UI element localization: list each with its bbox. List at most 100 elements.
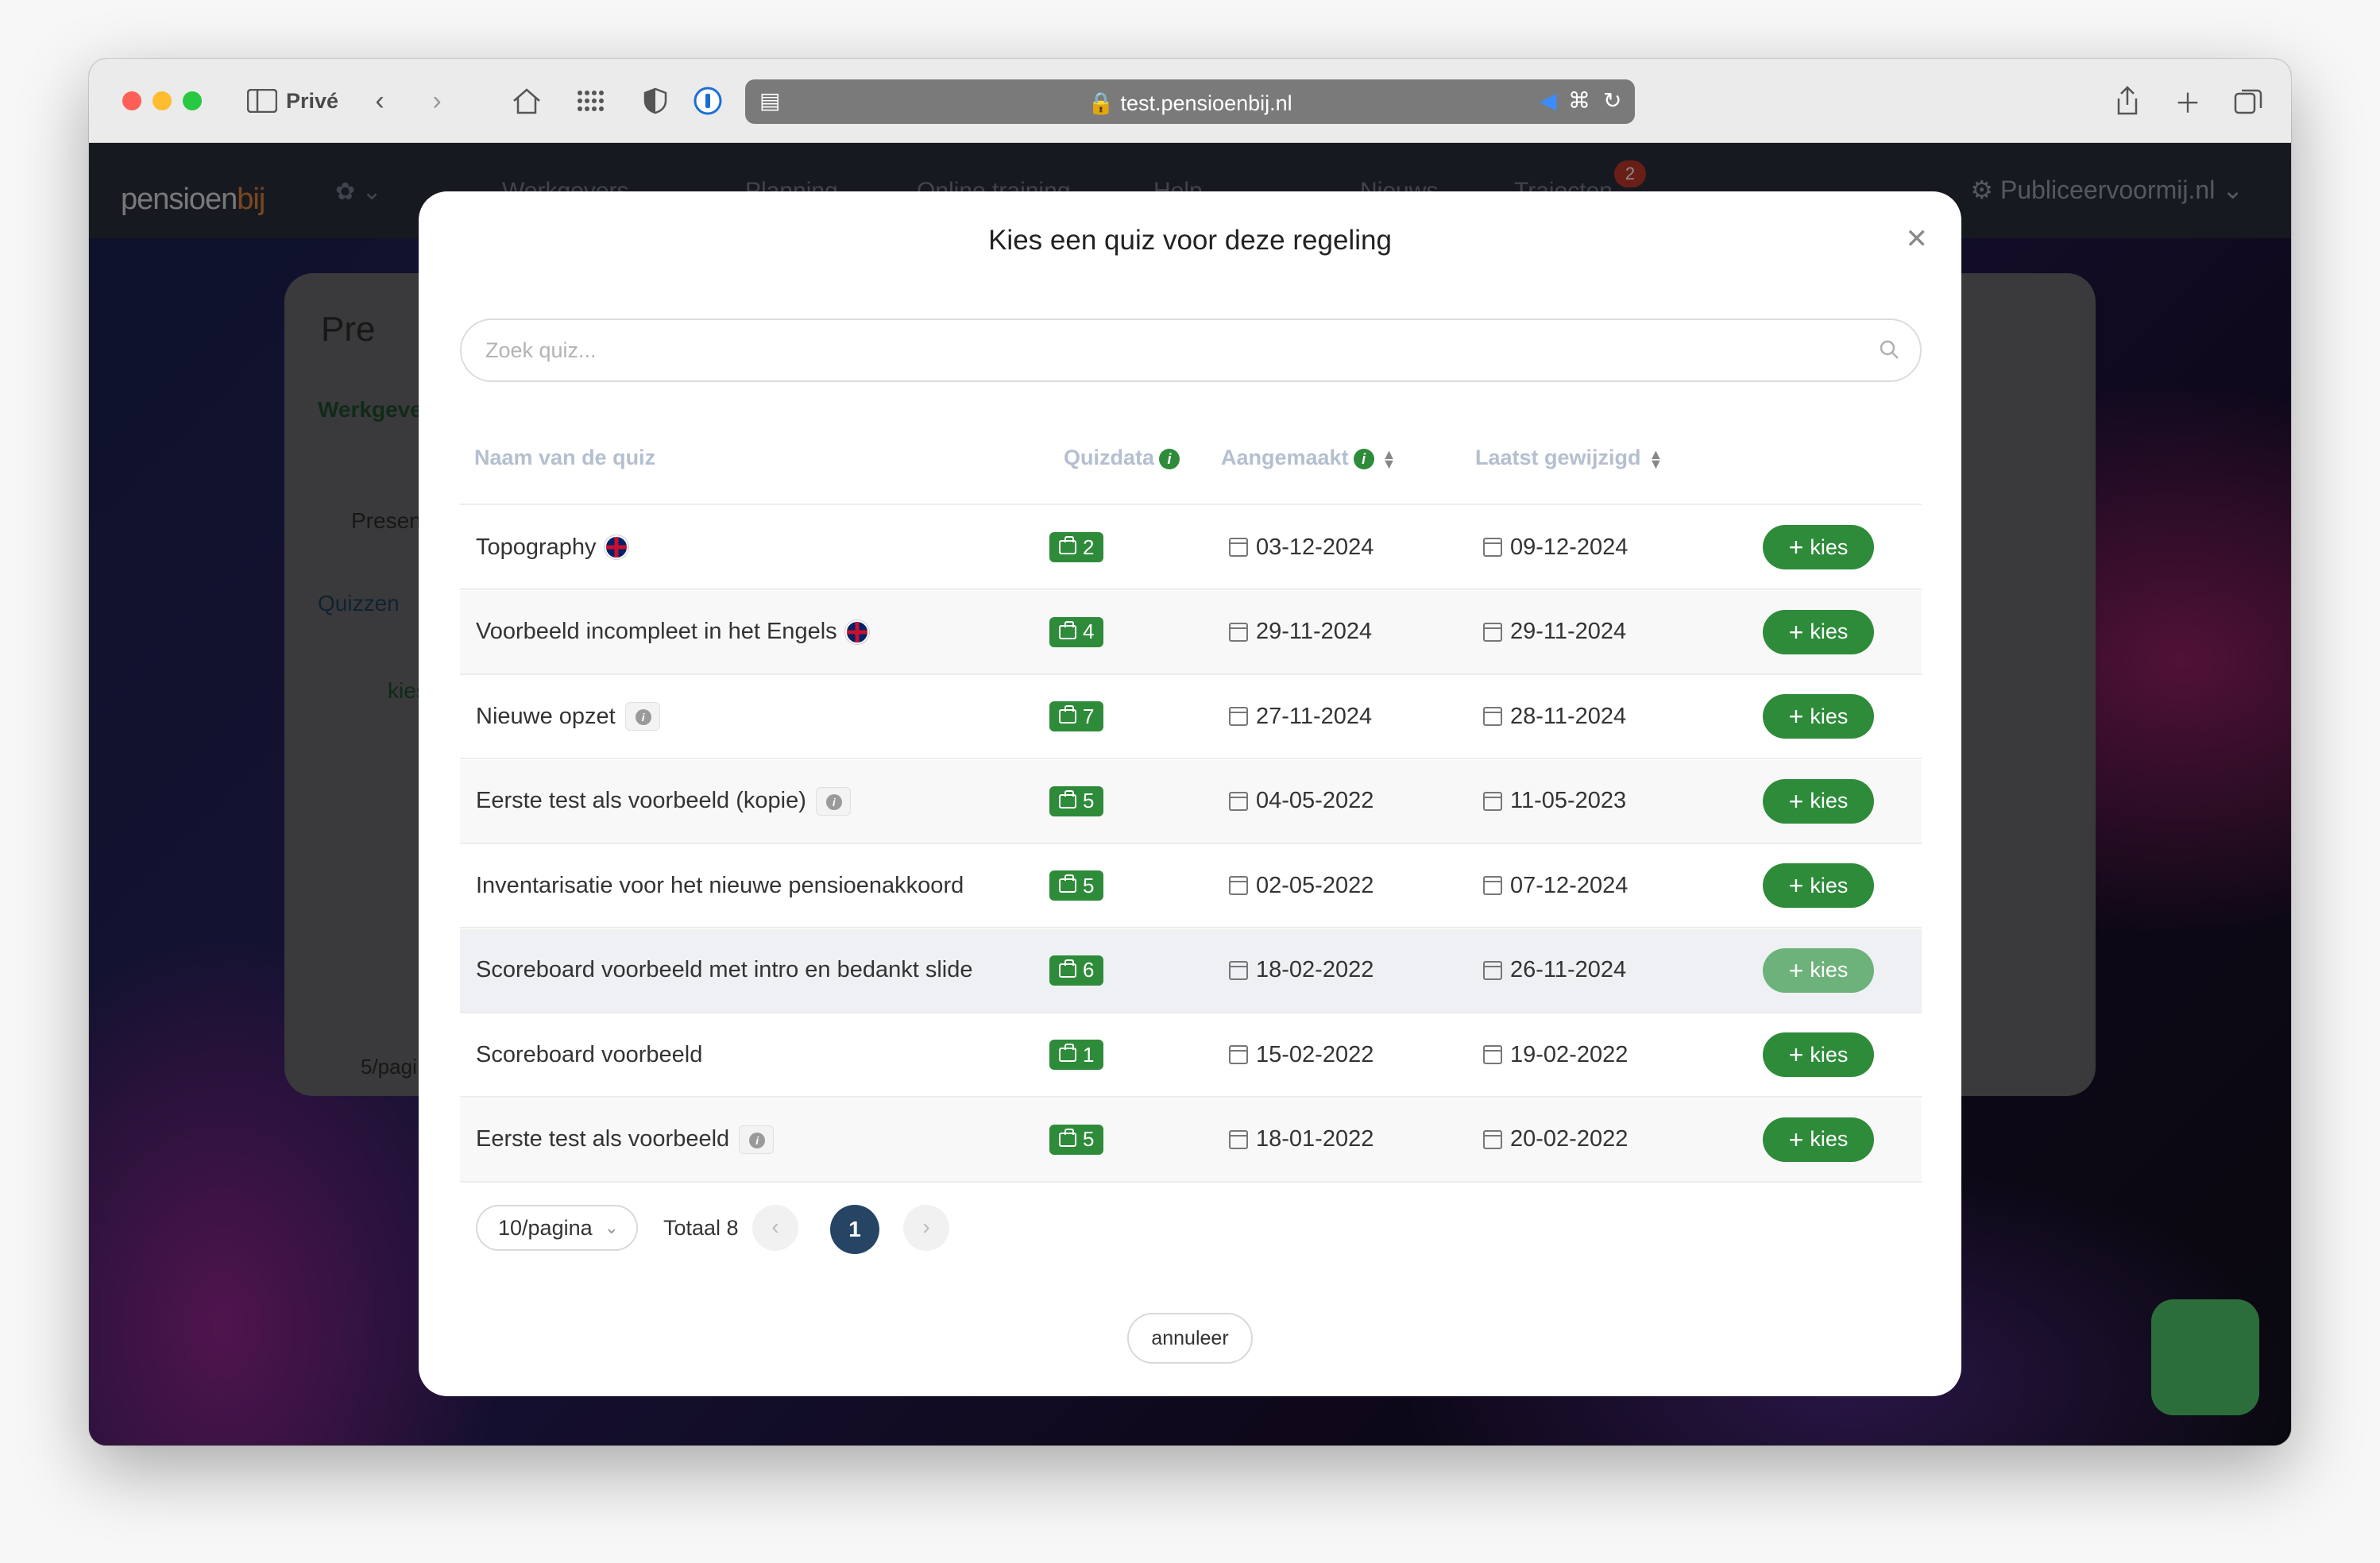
action-cell: + kies bbox=[1763, 929, 1874, 1012]
quizdata-badge: 5 bbox=[1049, 1124, 1104, 1155]
briefcase-icon bbox=[1059, 1044, 1076, 1062]
url-text: test.pensioenbij.nl bbox=[1120, 91, 1292, 115]
calendar-icon bbox=[1483, 622, 1502, 642]
column-header-aangemaakt[interactable]: Aangemaakt i ▲ ▼ bbox=[1221, 446, 1397, 471]
calendar-icon bbox=[1229, 1045, 1248, 1064]
info-icon[interactable]: i bbox=[739, 1125, 775, 1154]
tabs-overview-icon[interactable] bbox=[2231, 83, 2266, 119]
action-cell: + kies bbox=[1763, 591, 1874, 673]
action-cell: + kies bbox=[1763, 1013, 1874, 1096]
calendar-icon bbox=[1229, 707, 1248, 726]
created-date: 15-02-2022 bbox=[1256, 1041, 1374, 1067]
kies-button[interactable]: + kies bbox=[1763, 863, 1874, 908]
column-header-laatst-gewijzigd[interactable]: Laatst gewijzigd ▲ ▼ bbox=[1475, 446, 1663, 471]
forward-icon[interactable]: › bbox=[421, 83, 453, 119]
created-date: 27-11-2024 bbox=[1256, 703, 1373, 729]
column-header-quizdata: Quizdata i bbox=[1064, 446, 1180, 470]
modified-cell: 11-05-2023 bbox=[1483, 760, 1626, 843]
kies-button[interactable]: + kies bbox=[1763, 947, 1874, 993]
kies-button[interactable]: + kies bbox=[1763, 525, 1874, 569]
table-row: Voorbeeld incompleet in het Engels 4 29-11… bbox=[460, 590, 1922, 675]
password-manager-icon[interactable] bbox=[690, 83, 726, 119]
calendar-icon bbox=[1229, 960, 1248, 980]
maximize-window-button[interactable] bbox=[183, 91, 202, 110]
created-date: 18-01-2022 bbox=[1256, 1126, 1374, 1152]
kies-button[interactable]: + kies bbox=[1763, 1032, 1874, 1077]
search-icon[interactable] bbox=[1879, 339, 1899, 365]
reload-icon[interactable]: ↻ bbox=[1603, 87, 1621, 114]
action-cell: + kies bbox=[1763, 1098, 1874, 1181]
created-date: 04-05-2022 bbox=[1256, 788, 1374, 813]
cancel-button[interactable]: annuleer bbox=[1127, 1313, 1253, 1364]
search-input[interactable] bbox=[460, 318, 1922, 382]
briefcase-icon bbox=[1059, 959, 1076, 978]
header-divider bbox=[460, 504, 1922, 505]
apps-grid-icon[interactable] bbox=[570, 83, 610, 119]
quiz-name: Topography bbox=[476, 534, 597, 560]
info-icon[interactable]: i bbox=[815, 786, 851, 816]
modal-title: Kies een quiz voor deze regeling bbox=[988, 225, 1392, 256]
kies-button[interactable]: + kies bbox=[1763, 1117, 1874, 1162]
quizdata-cell: 5 bbox=[1049, 844, 1104, 927]
table-row: Eerste test als voorbeeld i 5 18-01-2022 20-… bbox=[460, 1098, 1922, 1183]
address-bar[interactable]: ▤ 🔒 test.pensioenbij.nl ◀ ⌘ ↻ bbox=[745, 79, 1635, 124]
page-1-button[interactable]: 1 bbox=[830, 1205, 879, 1254]
close-icon[interactable]: ✕ bbox=[1906, 223, 1929, 255]
quizdata-cell: 5 bbox=[1049, 1098, 1104, 1181]
info-icon[interactable]: i bbox=[1159, 448, 1180, 469]
created-cell: 29-11-2024 bbox=[1229, 591, 1372, 673]
prev-page-button[interactable]: ‹ bbox=[752, 1205, 798, 1251]
modified-date: 28-11-2024 bbox=[1510, 703, 1627, 729]
sidebar-icon[interactable] bbox=[245, 83, 280, 119]
lock-icon: 🔒 bbox=[1088, 91, 1115, 115]
calendar-icon bbox=[1483, 1045, 1502, 1064]
modified-cell: 29-11-2024 bbox=[1483, 591, 1626, 673]
calendar-icon bbox=[1229, 538, 1248, 557]
home-icon[interactable] bbox=[507, 83, 547, 119]
minimize-window-button[interactable] bbox=[153, 91, 172, 110]
kies-button[interactable]: + kies bbox=[1763, 778, 1874, 824]
action-cell: + kies bbox=[1763, 760, 1874, 843]
kies-button[interactable]: + kies bbox=[1763, 694, 1874, 739]
private-profile-label[interactable]: Privé bbox=[286, 89, 338, 114]
audio-icon[interactable]: ◀ bbox=[1540, 87, 1557, 114]
quiz-name: Scoreboard voorbeeld bbox=[476, 1041, 703, 1067]
briefcase-icon bbox=[1059, 874, 1076, 893]
new-tab-icon[interactable]: ＋ bbox=[2172, 83, 2204, 119]
floating-help-button[interactable] bbox=[2151, 1299, 2259, 1415]
translate-icon[interactable]: ⌘ bbox=[1568, 87, 1590, 114]
created-date: 18-02-2022 bbox=[1256, 957, 1374, 982]
info-icon[interactable]: i bbox=[1353, 448, 1374, 469]
briefcase-icon bbox=[1059, 789, 1076, 809]
quiz-name-cell: Scoreboard voorbeeld met intro en bedank… bbox=[476, 929, 973, 1012]
per-page-select[interactable]: 10/pagina ⌄ bbox=[476, 1205, 638, 1251]
sort-icon[interactable]: ▲ ▼ bbox=[1649, 447, 1663, 471]
quizdata-cell: 6 bbox=[1049, 929, 1104, 1012]
share-icon[interactable] bbox=[2111, 83, 2143, 119]
info-icon[interactable]: i bbox=[624, 702, 660, 731]
quiz-name-cell: Nieuwe opzet i bbox=[476, 675, 660, 758]
modified-date: 20-02-2022 bbox=[1510, 1126, 1629, 1152]
uk-flag-icon bbox=[604, 535, 628, 559]
modified-date: 19-02-2022 bbox=[1510, 1041, 1629, 1067]
quiz-name: Voorbeeld incompleet in het Engels bbox=[476, 619, 837, 644]
shield-icon[interactable] bbox=[637, 83, 674, 119]
calendar-icon bbox=[1483, 876, 1502, 895]
quizdata-badge: 7 bbox=[1049, 701, 1104, 731]
action-cell: + kies bbox=[1763, 675, 1874, 758]
quizdata-cell: 4 bbox=[1049, 591, 1104, 673]
back-icon[interactable]: ‹ bbox=[364, 83, 396, 119]
calendar-icon bbox=[1229, 791, 1248, 811]
created-cell: 04-05-2022 bbox=[1229, 760, 1374, 843]
next-page-button[interactable]: › bbox=[903, 1205, 949, 1251]
modified-cell: 09-12-2024 bbox=[1483, 506, 1628, 589]
quiz-name: Scoreboard voorbeeld met intro en bedank… bbox=[476, 957, 973, 982]
close-window-button[interactable] bbox=[122, 91, 141, 110]
calendar-icon bbox=[1229, 622, 1248, 642]
modified-date: 09-12-2024 bbox=[1510, 534, 1629, 560]
briefcase-icon bbox=[1059, 705, 1076, 724]
action-cell: + kies bbox=[1763, 506, 1874, 589]
briefcase-icon bbox=[1059, 620, 1076, 639]
sort-icon[interactable]: ▲ ▼ bbox=[1382, 447, 1397, 471]
kies-button[interactable]: + kies bbox=[1763, 609, 1874, 654]
